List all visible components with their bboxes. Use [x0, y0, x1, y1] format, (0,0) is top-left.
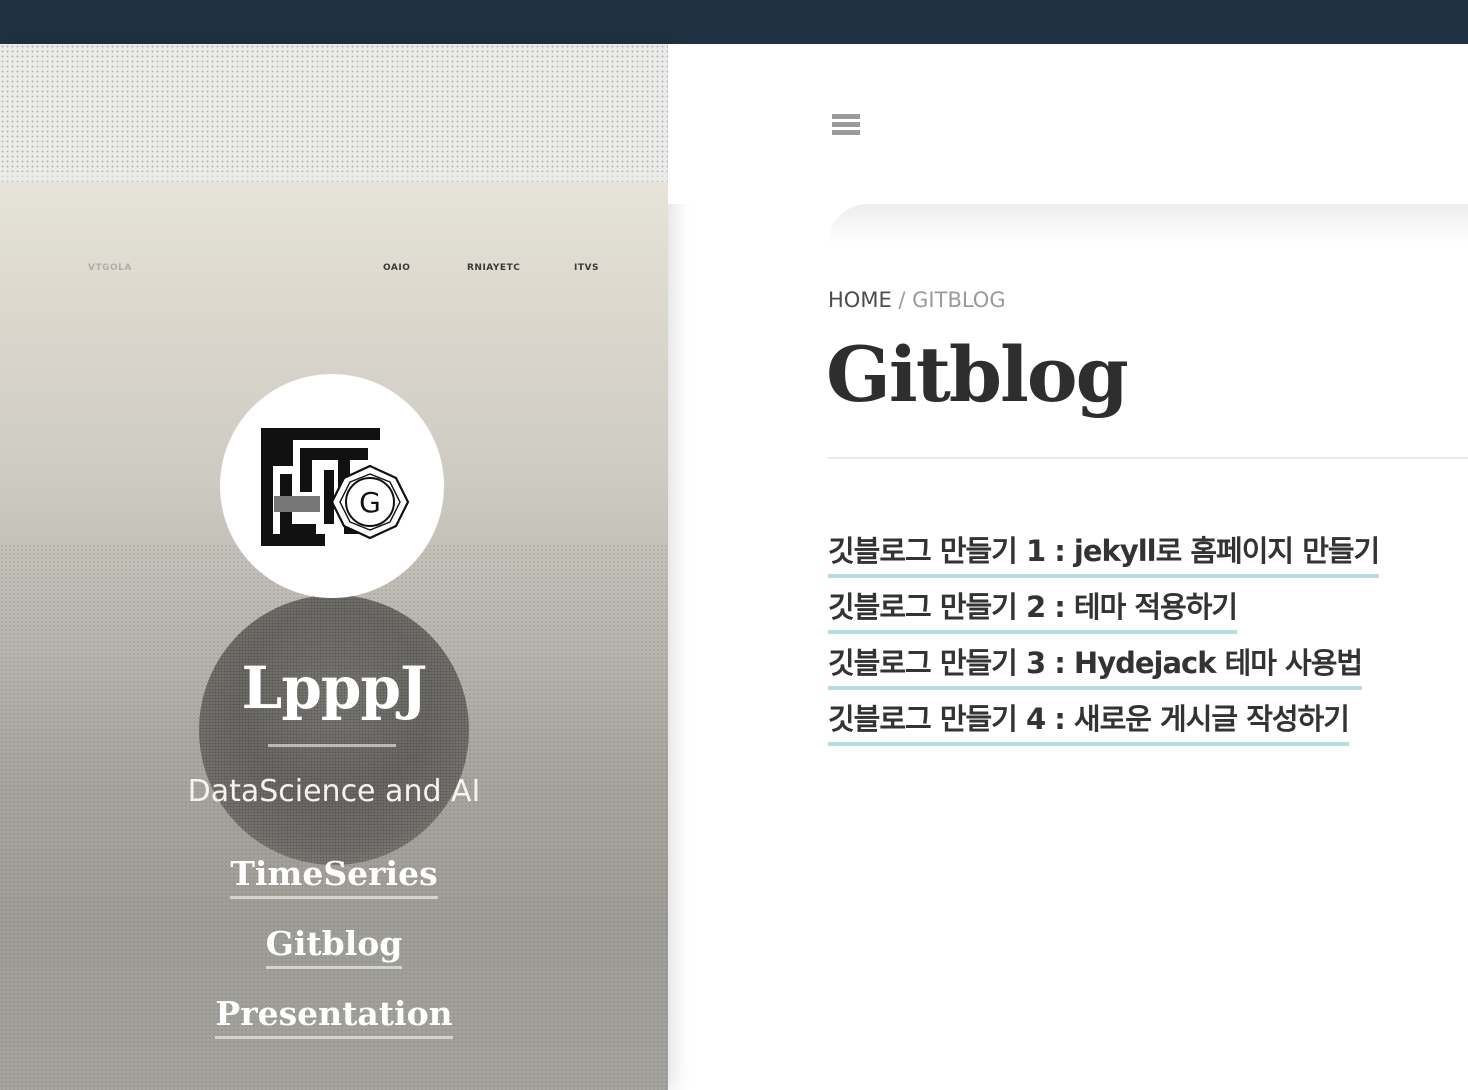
background-label: OAIO — [383, 263, 411, 273]
main-header — [668, 44, 1468, 204]
avatar-letter: G — [359, 486, 381, 519]
title-divider — [828, 457, 1468, 459]
sidebar-nav-label: Presentation — [215, 994, 453, 1039]
header-shadow — [828, 204, 1468, 244]
title-rule — [268, 744, 396, 747]
background-orb-texture — [199, 595, 469, 865]
page-title: Gitblog — [826, 330, 1129, 419]
sidebar: VTGOLA OAIO RNIAYETC ITVS G LpppJ DataSc… — [0, 44, 668, 1090]
sidebar-nav-presentation[interactable]: Presentation — [0, 994, 668, 1039]
site-title[interactable]: LpppJ — [0, 654, 668, 722]
sidebar-texture — [0, 44, 668, 182]
sidebar-nav-label: Gitblog — [265, 924, 403, 969]
avatar[interactable]: G — [220, 374, 444, 598]
top-bar — [0, 0, 1468, 44]
post-link[interactable]: 깃블로그 만들기 2 : 테마 적용하기 — [828, 586, 1238, 634]
background-label-faint: VTGOLA — [88, 263, 132, 273]
sidebar-texture-edge — [0, 172, 668, 186]
post-link[interactable]: 깃블로그 만들기 4 : 새로운 게시글 작성하기 — [828, 698, 1350, 746]
sidebar-nav-gitblog[interactable]: Gitblog — [0, 924, 668, 969]
sidebar-nav-timeseries[interactable]: TimeSeries — [0, 854, 668, 899]
breadcrumb-home-link[interactable]: HOME — [828, 288, 892, 312]
background-label: RNIAYETC — [467, 263, 521, 273]
sidebar-nav-label: TimeSeries — [230, 854, 438, 899]
post-link[interactable]: 깃블로그 만들기 1 : jekyll로 홈페이지 만들기 — [828, 530, 1380, 578]
background-label: ITVS — [574, 263, 599, 273]
site-tagline: DataScience and AI — [187, 774, 481, 809]
breadcrumb: HOME / GITBLOG — [828, 288, 1006, 312]
breadcrumb-separator: / — [891, 288, 913, 312]
breadcrumb-current: GITBLOG — [912, 288, 1006, 312]
background-decorative-nav: VTGOLA OAIO RNIAYETC ITVS — [0, 263, 668, 277]
post-link[interactable]: 깃블로그 만들기 3 : Hydejack 테마 사용법 — [828, 642, 1363, 690]
blog-logo-icon: G — [260, 428, 410, 548]
menu-button[interactable] — [828, 112, 862, 142]
